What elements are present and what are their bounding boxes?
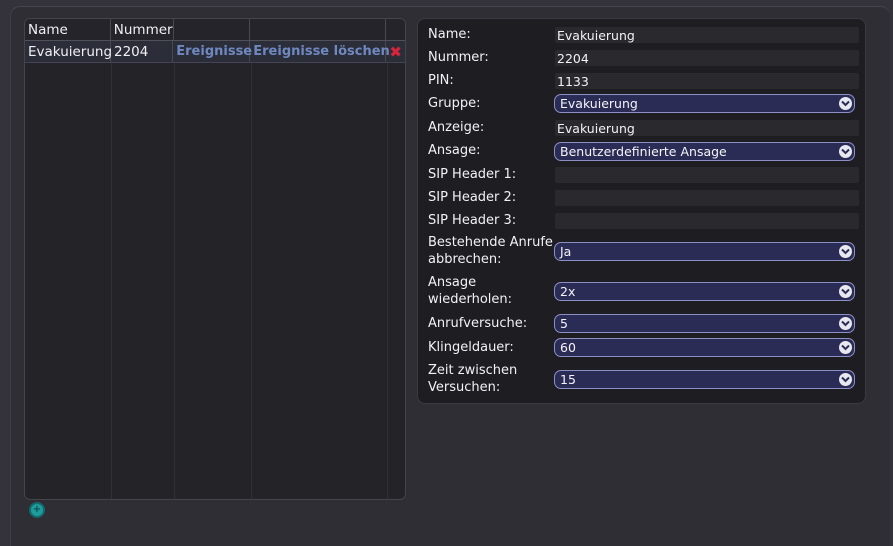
chevron-down-icon	[839, 145, 852, 158]
nummer-label: Nummer:	[428, 50, 489, 65]
sip-header-3-label: SIP Header 3:	[428, 213, 517, 228]
anzeige-field[interactable]: Evakuierung	[555, 120, 859, 136]
wiederholen-select[interactable]: 2x	[554, 282, 855, 301]
chevron-down-icon	[839, 97, 852, 110]
delete-events-link[interactable]: Ereignisse löschen	[253, 44, 390, 59]
sip-header-3-field[interactable]	[555, 213, 859, 229]
gruppe-select[interactable]: Evakuierung	[554, 94, 855, 113]
wiederholen-label-line1: Ansage	[428, 275, 477, 290]
column-header-delete-events	[250, 19, 387, 40]
entries-table: Name Nummer Evakuierung 2204 Ereignisse …	[24, 18, 406, 500]
abbrechen-label-line1: Bestehende Anrufe	[428, 235, 553, 250]
wiederholen-label: Ansage wiederholen:	[428, 274, 512, 308]
ansage-select[interactable]: Benutzerdefinierte Ansage	[554, 142, 855, 161]
chevron-down-icon	[839, 245, 852, 258]
zeit-label-line2: Versuchen:	[428, 380, 501, 395]
events-link[interactable]: Ereignisse	[176, 44, 252, 59]
column-header-name[interactable]: Name	[25, 19, 111, 40]
anrufversuche-select-value: 5	[560, 316, 568, 331]
gruppe-select-value: Evakuierung	[560, 96, 638, 111]
ansage-select-value: Benutzerdefinierte Ansage	[560, 144, 727, 159]
abbrechen-select[interactable]: Ja	[554, 242, 855, 261]
klingeldauer-select[interactable]: 60	[554, 338, 855, 357]
zeit-label-line1: Zeit zwischen	[428, 363, 518, 378]
sip-header-1-field[interactable]	[555, 167, 859, 183]
anzeige-label: Anzeige:	[428, 120, 485, 135]
pin-field[interactable]: 1133	[555, 73, 859, 89]
anrufversuche-select[interactable]: 5	[554, 314, 855, 333]
delete-icon[interactable]: ✖	[389, 43, 402, 61]
column-header-events	[174, 19, 251, 40]
sip-header-2-field[interactable]	[555, 190, 859, 206]
column-header-actions	[386, 19, 405, 40]
zeit-select[interactable]: 15	[554, 370, 855, 389]
pin-label: PIN:	[428, 73, 454, 88]
abbrechen-select-value: Ja	[560, 244, 572, 259]
klingeldauer-select-value: 60	[560, 340, 576, 355]
row-delete-cell: ✖	[386, 41, 405, 62]
row-name[interactable]: Evakuierung	[25, 41, 112, 62]
chevron-down-icon	[839, 341, 852, 354]
table-header-row: Name Nummer	[25, 19, 405, 41]
chevron-down-icon	[839, 373, 852, 386]
gruppe-label: Gruppe:	[428, 96, 481, 111]
chevron-down-icon	[839, 285, 852, 298]
plus-icon: +	[32, 504, 42, 515]
detail-form: Name: Evakuierung Nummer: 2204 PIN: 1133…	[417, 18, 866, 404]
zeit-label: Zeit zwischen Versuchen:	[428, 362, 517, 396]
sip-header-2-label: SIP Header 2:	[428, 190, 517, 205]
anrufversuche-label: Anrufversuche:	[428, 316, 528, 331]
row-events-cell: Ereignisse	[173, 41, 252, 62]
ansage-label: Ansage:	[428, 143, 481, 158]
nummer-field[interactable]: 2204	[555, 50, 859, 66]
table-column-lines	[25, 19, 405, 499]
column-header-nummer[interactable]: Nummer	[111, 19, 174, 40]
abbrechen-label: Bestehende Anrufe abbrechen:	[428, 234, 553, 268]
wiederholen-select-value: 2x	[560, 284, 576, 299]
sip-header-1-label: SIP Header 1:	[428, 167, 517, 182]
wiederholen-label-line2: wiederholen:	[428, 292, 513, 307]
add-entry-button[interactable]: +	[29, 502, 45, 518]
zeit-select-value: 15	[560, 372, 576, 387]
row-delete-events-cell: Ereignisse löschen	[250, 41, 390, 62]
name-label: Name:	[428, 27, 471, 42]
abbrechen-label-line2: abbrechen:	[428, 252, 502, 267]
chevron-down-icon	[839, 317, 852, 330]
name-field[interactable]: Evakuierung	[555, 27, 859, 43]
klingeldauer-label: Klingeldauer:	[428, 340, 514, 355]
row-nummer[interactable]: 2204	[111, 41, 174, 62]
table-row[interactable]: Evakuierung 2204 Ereignisse Ereignisse l…	[25, 41, 405, 63]
